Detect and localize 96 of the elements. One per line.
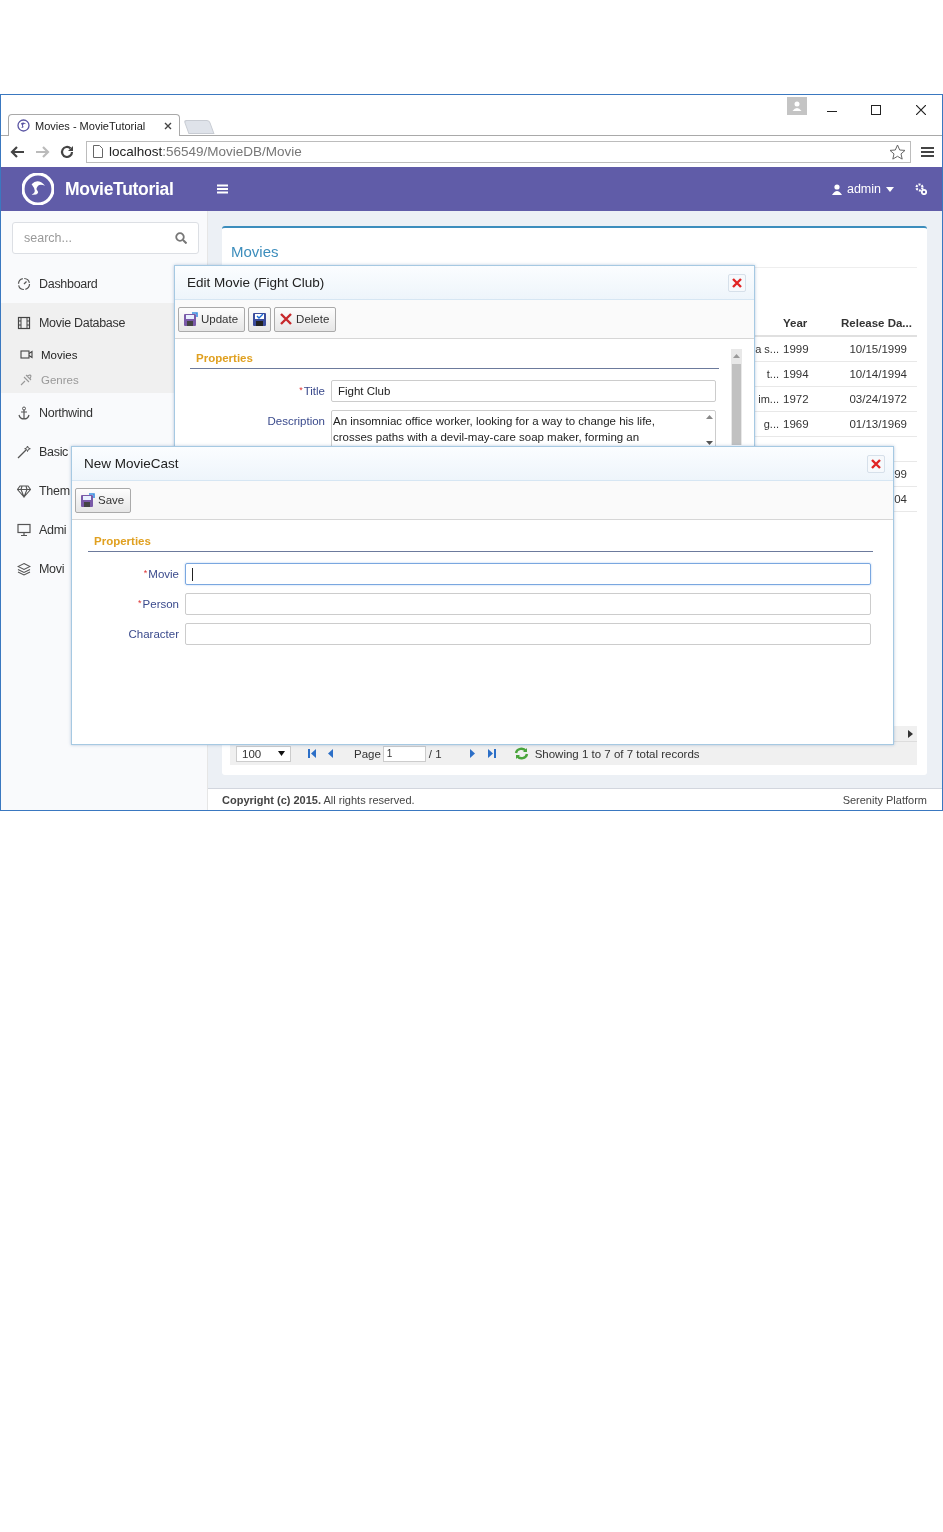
first-page-icon[interactable] xyxy=(307,748,317,759)
table-cell: g... xyxy=(762,418,780,430)
column-header[interactable]: Release Da... xyxy=(838,316,917,329)
dialog-title: New MovieCast xyxy=(84,456,179,471)
user-menu[interactable]: admin xyxy=(831,182,894,196)
close-icon xyxy=(732,277,742,288)
page-size-select[interactable]: 100 xyxy=(236,745,291,762)
search-field[interactable]: search... xyxy=(12,222,199,254)
field-label: Character xyxy=(127,627,180,640)
save-button[interactable]: Save xyxy=(75,487,132,513)
dialog-close-button[interactable] xyxy=(728,273,746,292)
last-page-icon[interactable] xyxy=(486,748,497,759)
brand-title: MovieTutorial xyxy=(65,178,174,200)
table-cell-text: 04 xyxy=(893,493,908,505)
sidebar-item[interactable]: Northwind xyxy=(1,393,93,432)
platform-link[interactable]: Serenity Platform xyxy=(842,794,927,806)
table-cell: t... xyxy=(765,368,780,380)
caret-icon xyxy=(278,751,285,756)
tab-close-icon[interactable] xyxy=(163,120,173,131)
dialog-title: Edit Movie (Fight Club) xyxy=(187,275,325,290)
section-title: Properties xyxy=(190,352,719,369)
refresh-icon[interactable] xyxy=(513,747,529,760)
back-icon[interactable] xyxy=(10,144,25,159)
sidebar-subitem[interactable]: Movies xyxy=(1,342,82,367)
scroll-up-icon xyxy=(705,415,713,419)
anchor-icon xyxy=(17,405,31,420)
table-cell: im... xyxy=(757,393,780,405)
monitor-icon xyxy=(17,522,31,537)
search-icon[interactable] xyxy=(175,232,187,244)
save-icon xyxy=(80,492,95,508)
table-cell-text: 1994 xyxy=(782,368,810,380)
address-field[interactable]: localhost:56549/MovieDB/Movie xyxy=(86,140,911,163)
previous-page-icon[interactable] xyxy=(326,748,336,759)
table-cell-text: 1969 xyxy=(782,418,810,430)
field-label: *Movie xyxy=(142,567,180,580)
close-icon xyxy=(871,458,881,469)
column-header[interactable]: Year xyxy=(780,316,811,329)
wand-icon xyxy=(17,444,31,459)
cross-icon xyxy=(279,312,294,326)
sidebar-item[interactable]: Dashboard xyxy=(1,264,98,303)
input-field[interactable] xyxy=(185,623,871,645)
input-field[interactable] xyxy=(185,593,871,615)
page-total: / 1 xyxy=(428,747,442,760)
url-text[interactable]: localhost:56549/MovieDB/Movie xyxy=(109,144,883,159)
update-button[interactable]: Update xyxy=(178,306,246,332)
browser-tab[interactable]: Movies - MovieTutorial xyxy=(8,114,180,136)
sidebar-item[interactable]: Basic xyxy=(1,432,69,471)
page-input[interactable]: 1 xyxy=(382,745,426,762)
table-cell-text: 01/13/1969 xyxy=(848,418,908,430)
dialog-close-button[interactable] xyxy=(867,454,885,473)
table-cell-text: 99 xyxy=(893,468,908,480)
table-cell-text: 1972 xyxy=(782,393,810,405)
panel-title: Movies xyxy=(231,243,279,260)
pin-icon xyxy=(20,373,33,386)
apply-button[interactable] xyxy=(248,306,272,332)
field-label: Description xyxy=(266,414,326,427)
tab-title: Movies - MovieTutorial xyxy=(35,119,147,132)
user-icon xyxy=(831,183,842,195)
film-icon xyxy=(17,315,31,330)
field-label: *Person xyxy=(137,597,180,610)
dashboard-icon xyxy=(17,276,31,291)
reload-icon[interactable] xyxy=(60,144,74,159)
star-icon[interactable] xyxy=(889,143,906,160)
field-label: *Title xyxy=(298,384,326,397)
menu-icon[interactable] xyxy=(921,145,934,158)
save-icon xyxy=(183,311,198,327)
floppy-icon xyxy=(252,311,268,327)
maximize-icon[interactable] xyxy=(871,105,881,115)
page-label: Page xyxy=(354,747,381,760)
caret-icon xyxy=(886,186,894,192)
scroll-right-arrow-icon xyxy=(908,729,913,738)
input-field[interactable] xyxy=(185,563,871,585)
close-icon[interactable] xyxy=(916,105,926,115)
section-title: Properties xyxy=(88,535,873,552)
scrollbar-thumb[interactable] xyxy=(732,364,741,445)
copyright-text: Copyright (c) 2015. All rights reserved. xyxy=(222,794,415,806)
table-cell: a s... xyxy=(754,343,780,355)
logo-icon xyxy=(22,173,54,205)
input-field[interactable]: Fight Club xyxy=(331,380,716,402)
table-cell-text: 03/24/1972 xyxy=(848,393,908,405)
delete-button[interactable]: Delete xyxy=(274,306,337,332)
settings-icon[interactable] xyxy=(915,183,927,195)
video-camera-icon xyxy=(20,348,33,361)
sidebar-item[interactable]: Movie Database xyxy=(1,303,126,342)
table-cell-text: 1999 xyxy=(782,343,810,355)
sidebar-item[interactable]: Them xyxy=(1,471,70,510)
sidebar-item[interactable]: Admi xyxy=(1,510,67,549)
table-cell-text: 10/14/1994 xyxy=(848,368,908,380)
sidebar-item[interactable]: Movi xyxy=(1,549,65,588)
layers-icon xyxy=(17,561,31,576)
page-icon xyxy=(93,145,103,158)
scroll-up-icon xyxy=(733,354,740,358)
diamond-icon xyxy=(17,483,31,498)
record-count: Showing 1 to 7 of 7 total records xyxy=(534,747,700,760)
table-cell-text: 10/15/1999 xyxy=(848,343,908,355)
logo-icon xyxy=(17,119,30,132)
